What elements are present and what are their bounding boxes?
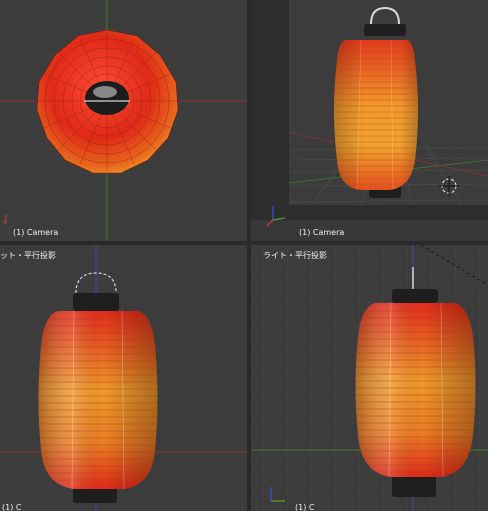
viewport-header-label: ライト・平行投影 — [263, 251, 327, 260]
viewport-front-ortho[interactable]: ット・平行投影 (1) C — [0, 245, 247, 511]
viewport-label: (1) Camera — [299, 228, 345, 237]
viewport-header-label: ット・平行投影 — [0, 251, 56, 260]
right-view-canvas — [251, 245, 488, 511]
viewport-right-ortho[interactable]: ライト・平行投影 (1) C — [251, 245, 488, 511]
camera-view-canvas — [251, 0, 488, 241]
viewport-label: (1) C — [2, 503, 22, 511]
viewport-label: (1) C — [295, 503, 315, 511]
front-view-canvas — [0, 245, 247, 511]
viewport-label: (1) Camera — [13, 228, 59, 237]
viewport-camera-view[interactable]: (1) Camera — [251, 0, 488, 241]
viewport-grid: x (1) Camera (1) Camera ット・平行投影 (1) C ライ… — [0, 0, 488, 511]
top-view-canvas: x — [0, 0, 247, 241]
svg-text:x: x — [3, 218, 7, 226]
viewport-top-view[interactable]: x (1) Camera — [0, 0, 247, 241]
